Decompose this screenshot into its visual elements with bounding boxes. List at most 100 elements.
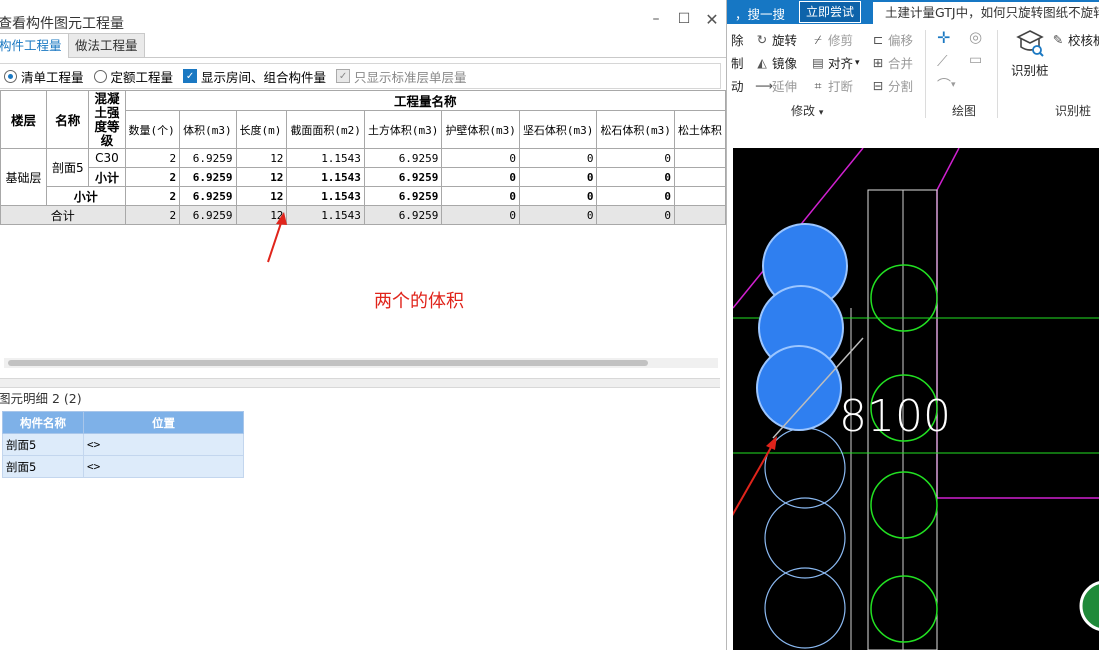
splitter[interactable]	[0, 378, 720, 388]
options-bar: 清单工程量 定额工程量 ✓ 显示房间、组合构件量 ✓ 只显示标准层单层量	[0, 63, 721, 89]
modify-group-label[interactable]: 修改 ▾	[791, 102, 823, 119]
cad-drawing: 8100	[733, 148, 1099, 650]
top-bar: ，搜一搜 立即尝试 土建计量GTJ中，如何只旋转图纸不旋转	[727, 0, 1099, 24]
table-row[interactable]: 小计 2 6.9259 12 1.1543 6.9259 0 0 0	[1, 186, 726, 206]
cell-value: 0	[441, 167, 520, 187]
merge-button[interactable]: ⊞ 合并	[871, 53, 913, 72]
extend-button[interactable]: ⟶ 延伸	[755, 76, 797, 95]
horizontal-scrollbar[interactable]	[4, 358, 718, 368]
close-button[interactable]: ✕	[701, 8, 723, 30]
tab-method-quantity[interactable]: 做法工程量	[68, 33, 145, 57]
trim-button[interactable]: ⌿ 修剪	[811, 30, 853, 49]
move-label: 动	[731, 79, 744, 94]
dialog-tabs: 构件工程量 做法工程量	[0, 33, 726, 58]
cell-value: 0	[518, 148, 598, 168]
table-row[interactable]: 小计 2 6.9259 12 1.1543 6.9259 0 0 0	[1, 167, 726, 187]
cell-value: 0	[596, 167, 675, 187]
detail-title: 图元明细 2 (2)	[0, 391, 82, 406]
offset-button[interactable]: ⊏ 偏移	[871, 30, 913, 49]
break-icon: ⌗	[814, 77, 822, 93]
header-floor: 楼层	[0, 90, 48, 149]
detail-table: 构件名称 位置 剖面5 <> 剖面5 <>	[2, 411, 244, 478]
move-button[interactable]: 动	[731, 76, 744, 95]
pile-green[interactable]	[870, 471, 938, 539]
delete-button[interactable]: 除	[731, 30, 744, 49]
assistant-widget-icon[interactable]	[1079, 581, 1099, 631]
selected-pile[interactable]	[756, 345, 842, 431]
offset-label: 偏移	[888, 33, 914, 48]
copy-button[interactable]: 制	[731, 53, 744, 72]
check-pile-button[interactable]: ✎ 校核桩	[1051, 30, 1099, 49]
cell-value	[673, 148, 726, 168]
cell-value: 6.9259	[179, 205, 237, 225]
minimize-button[interactable]: –	[645, 8, 667, 30]
cell-subtotal-label: 小计	[46, 186, 126, 206]
cad-canvas[interactable]: 8100	[733, 148, 1099, 650]
cell-value: 12	[235, 186, 288, 206]
news-ticker[interactable]: 土建计量GTJ中，如何只旋转图纸不旋转	[873, 2, 1099, 24]
arc-icon[interactable]: ⌒ ▾	[937, 75, 956, 95]
checkmark-icon: ✓	[183, 69, 198, 83]
dialog-title: 查看构件图元工程量	[0, 16, 124, 32]
checkmark-disabled-icon: ✓	[336, 69, 351, 83]
cell-grade: C30	[88, 148, 126, 168]
identify-pile-icon	[1015, 30, 1044, 57]
checkbox-std-floor-only[interactable]: ✓ 只显示标准层单层量	[336, 67, 467, 86]
radio-list-label: 清单工程量	[21, 69, 84, 85]
cell-value: 2	[124, 148, 181, 168]
maximize-button[interactable]: ☐	[673, 8, 695, 30]
identify-pile-button[interactable]: 识别桩	[1011, 28, 1049, 79]
radio-selected-icon	[4, 69, 17, 83]
cell-value	[673, 167, 726, 187]
radio-list-quantity[interactable]: 清单工程量	[4, 67, 84, 86]
detail-cell-position: <>	[83, 455, 244, 478]
quantity-table: 楼层 名称 混凝土强度等级 工程量名称 数量(个) 体积(m3) 长度(m) 截…	[0, 90, 726, 225]
checkbox-show-rooms[interactable]: ✓ 显示房间、组合构件量	[183, 67, 326, 86]
mirror-button[interactable]: ◭ 镜像	[755, 53, 797, 72]
rotate-button[interactable]: ↻ 旋转	[755, 30, 797, 49]
tab-component-quantity[interactable]: 构件工程量	[0, 33, 69, 58]
cell-value: 0	[518, 186, 598, 206]
search-text[interactable]: ，搜一搜	[735, 4, 785, 23]
dimension-text: 8100	[839, 391, 951, 442]
radio-quota-quantity[interactable]: 定额工程量	[93, 67, 173, 86]
detail-header-name: 构件名称	[2, 411, 84, 434]
list-item[interactable]: 剖面5 <>	[2, 433, 244, 456]
pile-green[interactable]	[870, 575, 938, 643]
line-icon[interactable]: ⟋	[937, 52, 948, 70]
align-button[interactable]: ▤ 对齐 ▾	[811, 53, 859, 72]
cell-value: 0	[596, 205, 675, 225]
cell-value: 0	[596, 148, 675, 168]
break-button[interactable]: ⌗ 打断	[811, 76, 853, 95]
header-col: 松石体积(m3)	[596, 110, 675, 149]
wall-line	[936, 148, 960, 191]
table-row-total[interactable]: 合计 2 6.9259 12 1.1543 6.9259 0 0 0	[0, 205, 726, 225]
header-col: 数量(个)	[124, 110, 181, 149]
cell-value: 1.1543	[286, 186, 365, 206]
chevron-down-icon: ▾	[818, 108, 824, 118]
split-label: 分割	[888, 79, 914, 94]
cell-value: 0	[596, 186, 675, 206]
rotate-label: 旋转	[772, 33, 798, 48]
pile-green[interactable]	[870, 264, 938, 332]
cell-value: 1.1543	[286, 148, 365, 168]
point-icon[interactable]: ✛	[937, 28, 950, 47]
split-button[interactable]: ⊟ 分割	[871, 76, 913, 95]
header-name: 名称	[46, 90, 90, 149]
draw-group-label: 绘图	[952, 104, 977, 118]
chevron-down-icon: ▾	[951, 80, 956, 90]
cell-name: 剖面5	[46, 148, 90, 187]
annotation-arrow-icon	[267, 212, 287, 263]
split-icon: ⊟	[872, 78, 884, 93]
rotate-point-icon[interactable]: ◎	[969, 28, 982, 46]
list-item[interactable]: 剖面5 <>	[2, 455, 244, 478]
try-now-button[interactable]: 立即尝试	[799, 1, 861, 23]
rectangle-icon[interactable]: ▭	[969, 52, 982, 68]
cell-subtotal-label: 小计	[88, 167, 126, 187]
std-floor-label: 只显示标准层单层量	[354, 69, 467, 85]
offset-icon: ⊏	[872, 32, 884, 47]
detail-header-position: 位置	[83, 411, 244, 434]
cell-value: 2	[124, 205, 181, 225]
table-row[interactable]: 基础层 剖面5 C30 2 6.9259 12 1.1543 6.9259 0 …	[0, 148, 726, 206]
scrollbar-thumb[interactable]	[8, 360, 648, 366]
